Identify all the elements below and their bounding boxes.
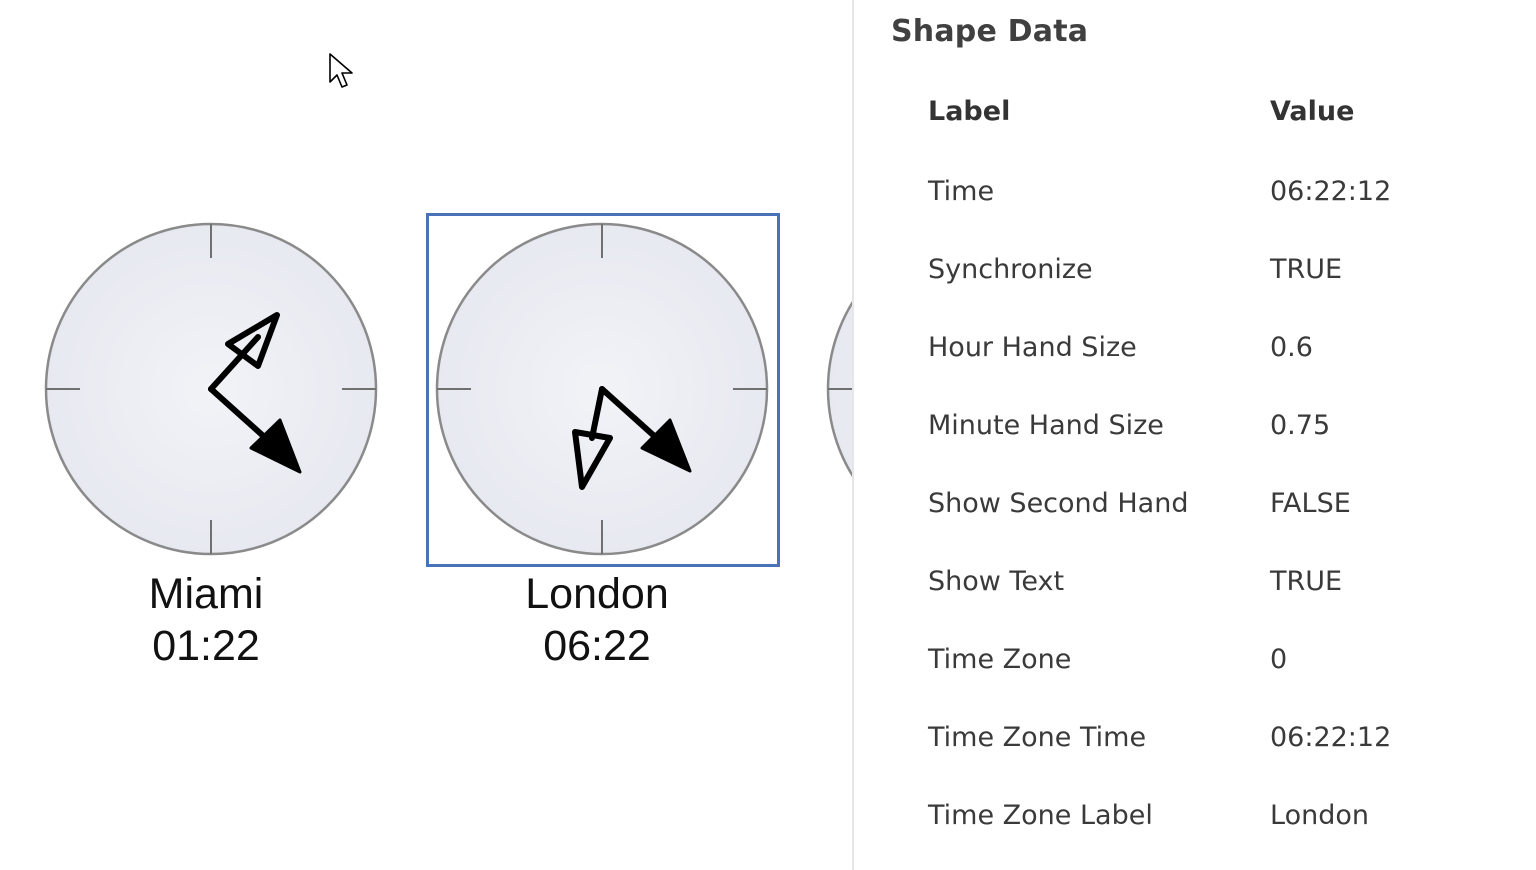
drawing-canvas[interactable]: Miami 01:22 London 06:22 bbox=[0, 0, 852, 870]
property-label: Hour Hand Size bbox=[928, 332, 1137, 363]
property-row-time[interactable]: Time 06:22:12 bbox=[854, 176, 1536, 236]
property-row-minute-hand-size[interactable]: Minute Hand Size 0.75 bbox=[854, 410, 1536, 470]
property-row-time-zone-label[interactable]: Time Zone Label London bbox=[854, 800, 1536, 860]
mouse-pointer-icon bbox=[329, 53, 353, 88]
clock-shape-partial[interactable] bbox=[0, 0, 852, 560]
property-label: Time Zone bbox=[928, 644, 1072, 675]
clock-city-london: London bbox=[525, 570, 669, 618]
property-row-hour-hand-size[interactable]: Hour Hand Size 0.6 bbox=[854, 332, 1536, 392]
property-value[interactable]: TRUE bbox=[1270, 566, 1342, 597]
property-label: Minute Hand Size bbox=[928, 410, 1164, 441]
pane-title: Shape Data bbox=[891, 14, 1089, 49]
property-value[interactable]: 0.75 bbox=[1270, 410, 1330, 441]
column-header-value: Value bbox=[1270, 96, 1355, 127]
property-value[interactable]: 06:22:12 bbox=[1270, 176, 1391, 207]
property-value[interactable]: TRUE bbox=[1270, 254, 1342, 285]
property-row-show-text[interactable]: Show Text TRUE bbox=[854, 566, 1536, 626]
property-label: Show Text bbox=[928, 566, 1065, 597]
property-label: Show Second Hand bbox=[928, 488, 1189, 519]
property-value[interactable]: London bbox=[1270, 800, 1369, 831]
property-label: Synchronize bbox=[928, 254, 1093, 285]
property-value[interactable]: FALSE bbox=[1270, 488, 1351, 519]
property-label: Time bbox=[928, 176, 995, 207]
property-label: Time Zone Label bbox=[928, 800, 1153, 831]
shape-data-pane: Shape Data Label Value Time 06:22:12 Syn… bbox=[854, 0, 1536, 870]
property-row-time-zone-time[interactable]: Time Zone Time 06:22:12 bbox=[854, 722, 1536, 782]
property-row-show-second-hand[interactable]: Show Second Hand FALSE bbox=[854, 488, 1536, 548]
property-label: Time Zone Time bbox=[928, 722, 1147, 753]
property-value[interactable]: 0.6 bbox=[1270, 332, 1313, 363]
property-row-time-zone[interactable]: Time Zone 0 bbox=[854, 644, 1536, 704]
property-row-synchronize[interactable]: Synchronize TRUE bbox=[854, 254, 1536, 314]
clock-time-london: 06:22 bbox=[543, 622, 651, 670]
property-value[interactable]: 06:22:12 bbox=[1270, 722, 1391, 753]
column-header-label: Label bbox=[928, 96, 1011, 127]
property-value[interactable]: 0 bbox=[1270, 644, 1287, 675]
clock-caption-london: London 06:22 bbox=[432, 568, 762, 672]
